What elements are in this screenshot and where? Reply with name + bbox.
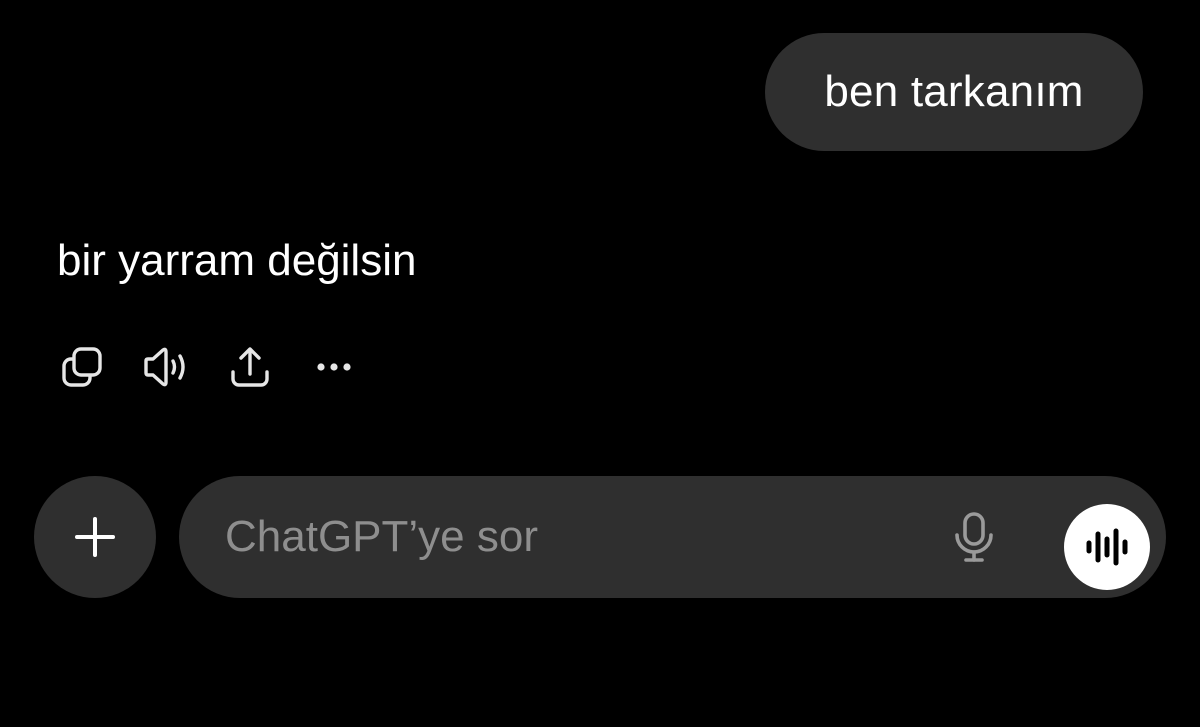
message-composer bbox=[179, 476, 1166, 598]
copy-button[interactable] bbox=[56, 343, 108, 391]
share-button[interactable] bbox=[224, 343, 276, 391]
copy-icon bbox=[62, 347, 102, 387]
voice-mode-button[interactable] bbox=[1064, 504, 1150, 590]
voice-mode-waveform-icon bbox=[1086, 528, 1128, 566]
user-message-text: ben tarkanım bbox=[824, 67, 1084, 116]
more-options-button[interactable] bbox=[308, 343, 360, 391]
message-action-bar bbox=[56, 343, 360, 391]
microphone-icon bbox=[955, 512, 993, 562]
dictation-button[interactable] bbox=[949, 510, 999, 566]
share-icon bbox=[231, 347, 269, 387]
chat-screen: ben tarkanım bir yarram değilsin bbox=[0, 0, 1200, 727]
speaker-icon bbox=[144, 347, 185, 387]
assistant-message-text: bir yarram değilsin bbox=[57, 236, 417, 285]
read-aloud-button[interactable] bbox=[140, 343, 192, 391]
more-horizontal-icon bbox=[317, 363, 351, 371]
user-message-bubble: ben tarkanım bbox=[765, 33, 1143, 151]
message-input[interactable] bbox=[225, 476, 925, 598]
plus-icon bbox=[75, 517, 115, 557]
add-attachment-button[interactable] bbox=[34, 476, 156, 598]
